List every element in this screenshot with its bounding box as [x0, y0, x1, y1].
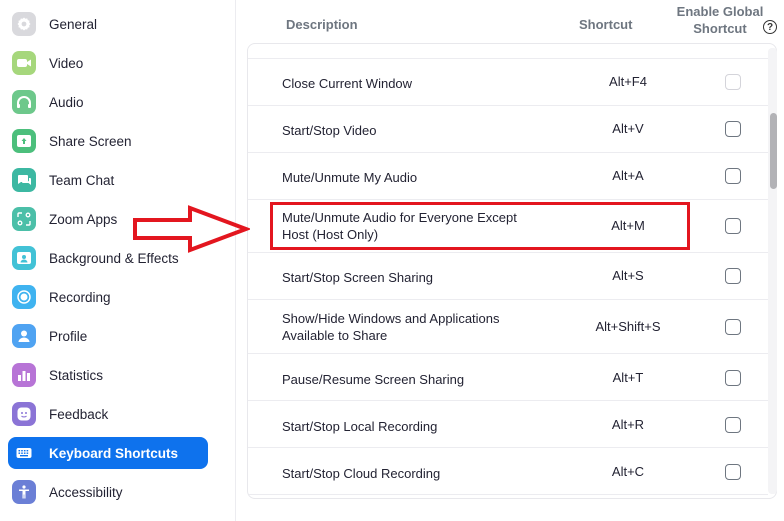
sidebar-item-background-effects[interactable]: Background & Effects [8, 242, 208, 274]
sidebar-item-label: Keyboard Shortcuts [49, 445, 179, 461]
shortcut-description: Pause/Resume Screen Sharing [282, 372, 465, 387]
shortcut-key: Alt+F4 [609, 74, 647, 89]
sidebar-item-label: General [49, 16, 98, 32]
sidebar-item-label: Team Chat [49, 172, 115, 188]
smiley-icon [12, 402, 36, 426]
shortcut-key: Alt+R [611, 417, 645, 432]
video-camera-icon [12, 51, 36, 75]
background-person-icon [12, 246, 36, 270]
sidebar-item-profile[interactable]: Profile [8, 320, 208, 352]
sidebar-item-label: Share Screen [49, 133, 132, 149]
sidebar-item-recording[interactable]: Recording [8, 281, 208, 313]
shortcut-description: Mute/Unmute My Audio [282, 170, 418, 185]
sidebar-item-feedback[interactable]: Feedback [8, 398, 208, 430]
shortcut-key: Alt+A [612, 168, 644, 183]
help-icon[interactable]: ? [763, 20, 777, 34]
sidebar-item-statistics[interactable]: Statistics [8, 359, 208, 391]
description-line: Available to Share [282, 328, 388, 343]
bar-chart-icon [12, 363, 36, 387]
enable-global-checkbox[interactable] [725, 464, 741, 480]
sidebar-item-share-screen[interactable]: Share Screen [8, 125, 208, 157]
accessibility-icon [12, 480, 36, 504]
sidebar-item-accessibility[interactable]: Accessibility [8, 476, 208, 508]
sidebar-item-zoom-apps[interactable]: Zoom Apps [8, 203, 208, 235]
sidebar-item-general[interactable]: General [8, 8, 208, 40]
shortcut-key: Alt+C [611, 464, 645, 479]
share-screen-icon [12, 129, 36, 153]
sidebar-item-label: Accessibility [49, 484, 123, 500]
chat-bubbles-icon [12, 168, 36, 192]
shortcut-description: Close Current Window [282, 76, 413, 91]
description-line: Show/Hide Windows and Applications [282, 311, 500, 326]
scrollbar-thumb[interactable] [770, 113, 777, 189]
shortcut-description: Start/Stop Local Recording [282, 419, 438, 434]
table-row: Start/Stop Screen Sharing Alt+S [248, 253, 768, 300]
sidebar-item-label: Recording [49, 289, 111, 305]
apps-icon [12, 207, 36, 231]
table-row: Close Current Window Alt+F4 [248, 59, 768, 106]
shortcut-key: Alt+Shift+S [595, 319, 661, 334]
enable-global-checkbox[interactable] [725, 370, 741, 386]
table-row: Start/Stop Video Alt+V [248, 106, 768, 153]
shortcut-key: Alt+S [612, 268, 644, 283]
table-row-partial [248, 44, 768, 59]
settings-sidebar: General Video Audio Share Screen Team Ch… [0, 0, 236, 521]
keyboard-icon [12, 441, 36, 465]
sidebar-item-keyboard-shortcuts[interactable]: Keyboard Shortcuts [8, 437, 208, 469]
shortcut-description: Show/Hide Windows and Applications Avail… [282, 310, 500, 344]
headphones-icon [12, 90, 36, 114]
table-row-highlighted: Mute/Unmute Audio for Everyone Except Ho… [248, 200, 768, 253]
shortcut-key: Alt+M [611, 218, 645, 233]
table-row: Pause/Resume Screen Sharing Alt+T [248, 354, 768, 401]
enable-global-checkbox[interactable] [725, 319, 741, 335]
shortcut-description: Start/Stop Video [282, 123, 377, 138]
sidebar-item-label: Background & Effects [49, 250, 179, 266]
table-row: Start/Stop Local Recording Alt+R [248, 401, 768, 448]
record-icon [12, 285, 36, 309]
shortcut-description: Start/Stop Cloud Recording [282, 466, 441, 481]
gear-icon [12, 12, 36, 36]
sidebar-item-audio[interactable]: Audio [8, 86, 208, 118]
sidebar-item-label: Profile [49, 328, 88, 344]
profile-person-icon [12, 324, 36, 348]
sidebar-item-label: Audio [49, 94, 84, 110]
sidebar-item-label: Video [49, 55, 84, 71]
enable-global-checkbox[interactable] [725, 168, 741, 184]
enable-global-checkbox[interactable] [725, 121, 741, 137]
table-row: Mute/Unmute My Audio Alt+A [248, 153, 768, 200]
sidebar-item-label: Statistics [49, 367, 104, 383]
shortcut-description: Mute/Unmute Audio for Everyone Except Ho… [282, 209, 517, 243]
sidebar-item-team-chat[interactable]: Team Chat [8, 164, 208, 196]
shortcut-key: Alt+V [612, 121, 644, 136]
table-row: Show/Hide Windows and Applications Avail… [248, 300, 768, 354]
enable-global-checkbox[interactable] [725, 74, 741, 90]
column-header-enable-global: Enable Global Shortcut [670, 3, 770, 47]
shortcuts-table: Close Current Window Alt+F4 Start/Stop V… [247, 43, 777, 499]
description-line: Host (Host Only) [282, 227, 379, 242]
column-header-line: Shortcut [693, 21, 747, 36]
shortcut-key: Alt+T [612, 370, 644, 385]
sidebar-item-video[interactable]: Video [8, 47, 208, 79]
description-line: Mute/Unmute Audio for Everyone Except [282, 210, 517, 225]
sidebar-item-label: Zoom Apps [49, 211, 118, 227]
sidebar-item-label: Feedback [49, 406, 109, 422]
table-row: Start/Stop Cloud Recording Alt+C [248, 448, 768, 495]
enable-global-checkbox[interactable] [725, 268, 741, 284]
shortcut-description: Start/Stop Screen Sharing [282, 270, 434, 285]
enable-global-checkbox[interactable] [725, 417, 741, 433]
column-header-line: Enable Global [676, 4, 764, 19]
enable-global-checkbox[interactable] [725, 218, 741, 234]
